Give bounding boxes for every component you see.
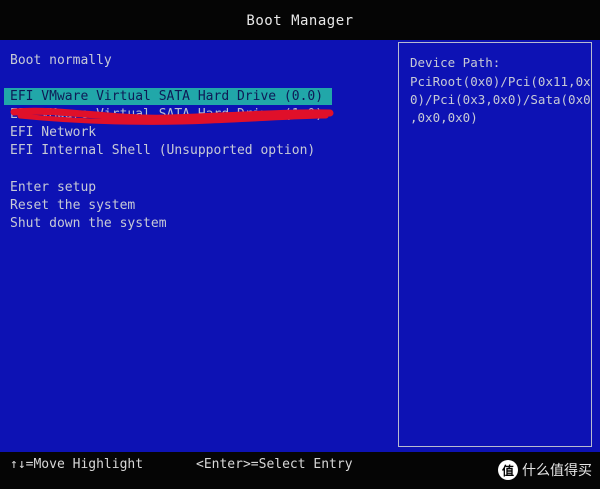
menu-item-efi-vmware-hard-drive-2[interactable]: EFI VMware Virtual SATA Hard Drive (1.0) — [10, 106, 323, 123]
title-bar: Boot Manager — [0, 0, 600, 40]
footer-bar: ↑↓=Move Highlight <Enter>=Select Entry 值… — [0, 452, 600, 489]
page-title: Boot Manager — [246, 13, 354, 29]
watermark: 值 什么值得买 — [498, 460, 592, 480]
menu-item-efi-network[interactable]: EFI Network — [10, 124, 96, 141]
boot-manager-screen: Boot Manager Boot normally EFI VMware Vi… — [0, 0, 600, 489]
menu-item-reset-system[interactable]: Reset the system — [10, 197, 135, 214]
move-highlight-hint: ↑↓=Move Highlight — [10, 457, 144, 472]
device-path-label: Device Path: — [410, 55, 501, 70]
select-entry-hint: <Enter>=Select Entry — [196, 457, 353, 472]
menu-item-efi-vmware-hard-drive-selected[interactable]: EFI VMware Virtual SATA Hard Drive (0.0) — [4, 88, 332, 105]
device-path-line: ,0x0,0x0) — [410, 110, 478, 125]
boot-menu: Boot normally EFI VMware Virtual SATA Ha… — [0, 42, 392, 447]
device-path-line: PciRoot(0x0)/Pci(0x11,0x — [410, 74, 591, 89]
menu-item-boot-normally[interactable]: Boot normally — [10, 52, 112, 69]
watermark-text: 什么值得买 — [522, 463, 592, 479]
menu-item-shut-down-system[interactable]: Shut down the system — [10, 215, 167, 232]
menu-item-enter-setup[interactable]: Enter setup — [10, 179, 96, 196]
device-path-line: 0)/Pci(0x3,0x0)/Sata(0x0 — [410, 92, 591, 107]
info-panel: Device Path: PciRoot(0x0)/Pci(0x11,0x 0)… — [398, 42, 592, 447]
watermark-logo-icon: 值 — [498, 460, 518, 480]
menu-item-efi-internal-shell[interactable]: EFI Internal Shell (Unsupported option) — [10, 142, 315, 159]
